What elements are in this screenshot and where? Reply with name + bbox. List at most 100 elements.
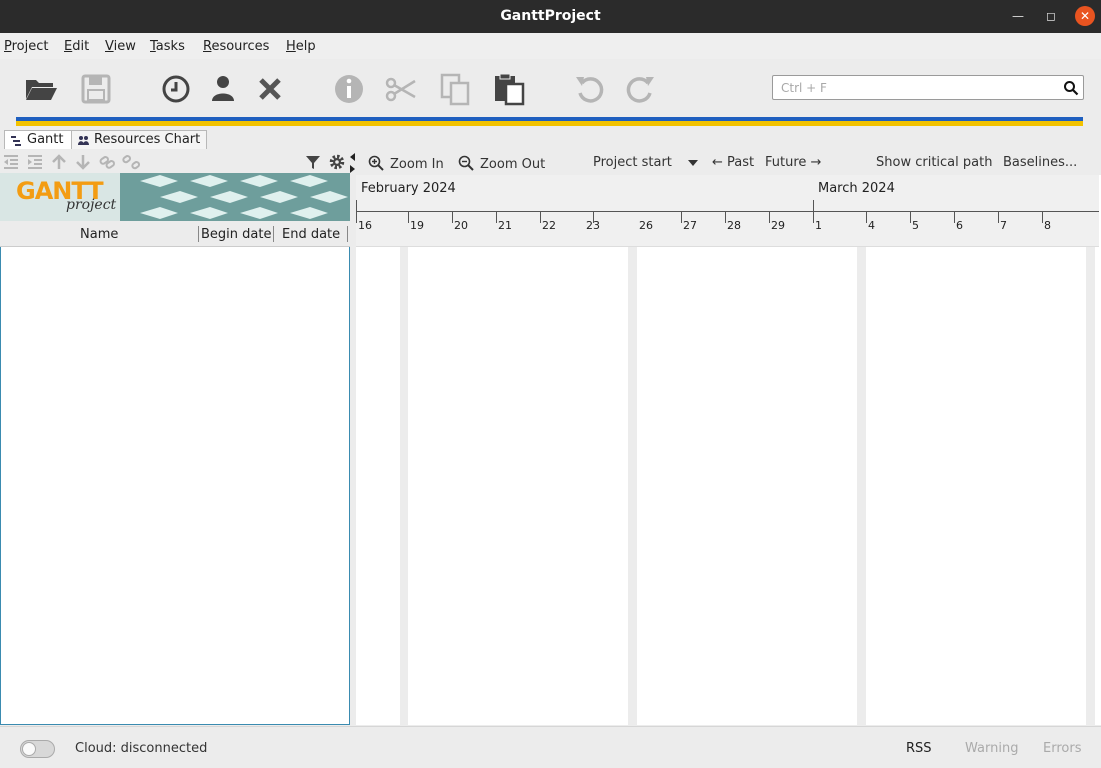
gantt-chart: Zoom In Zoom Out Project start ← Past Fu… xyxy=(356,149,1101,725)
paste-icon xyxy=(495,73,525,106)
link-icon[interactable] xyxy=(98,153,116,171)
gantt-logo-sub: project xyxy=(66,197,117,213)
cloud-toggle[interactable] xyxy=(20,740,55,758)
column-end-date[interactable]: End date xyxy=(282,227,340,242)
search-box xyxy=(772,75,1084,100)
day-label: 6 xyxy=(956,219,963,232)
status-bar: Cloud: disconnected RSS Warning Errors xyxy=(0,726,1101,768)
day-label: 5 xyxy=(912,219,919,232)
task-table-header: Name Begin date End date xyxy=(0,221,350,247)
zoom-in-label: Zoom In xyxy=(390,157,444,172)
day-label: 29 xyxy=(771,219,785,232)
undo-icon xyxy=(576,77,604,103)
collapse-left-icon[interactable] xyxy=(350,153,355,161)
column-begin-date[interactable]: Begin date xyxy=(201,227,271,242)
collapse-right-icon[interactable] xyxy=(350,165,355,173)
copy-button[interactable] xyxy=(437,71,473,107)
tab-gantt-label: Gantt xyxy=(27,132,64,147)
unindent-icon[interactable] xyxy=(2,153,20,171)
zoom-in-button[interactable]: Zoom In xyxy=(368,155,444,172)
move-down-icon[interactable] xyxy=(74,153,92,171)
move-up-icon[interactable] xyxy=(50,153,68,171)
tab-resources-chart-label: Resources Chart xyxy=(94,132,201,147)
critical-path-button[interactable]: Show critical path xyxy=(876,155,992,170)
project-start-button[interactable]: Project start xyxy=(593,155,672,170)
save-button[interactable] xyxy=(78,71,114,107)
task-toolbar xyxy=(0,149,350,173)
unlink-icon[interactable] xyxy=(122,153,140,171)
past-button[interactable]: ← Past xyxy=(712,155,754,170)
delete-icon xyxy=(259,78,281,100)
flag-stripe xyxy=(16,117,1083,126)
menu-view[interactable]: View xyxy=(105,39,136,54)
tab-gantt[interactable]: Gantt xyxy=(4,130,72,149)
day-label: 21 xyxy=(498,219,512,232)
save-icon xyxy=(81,74,111,104)
close-button[interactable]: ✕ xyxy=(1075,6,1095,26)
day-label: 8 xyxy=(1044,219,1051,232)
title-bar: GanttProject — ◻ ✕ xyxy=(0,0,1101,33)
person-icon xyxy=(212,76,234,101)
new-task-button[interactable] xyxy=(158,71,194,107)
day-label: 19 xyxy=(410,219,424,232)
maximize-button[interactable]: ◻ xyxy=(1041,6,1061,26)
cloud-status: Cloud: disconnected xyxy=(75,741,208,756)
properties-button[interactable] xyxy=(331,71,367,107)
day-label: 4 xyxy=(868,219,875,232)
redo-icon xyxy=(626,77,654,103)
weekend-column xyxy=(628,247,637,725)
filter-icon[interactable] xyxy=(304,153,322,171)
errors-indicator[interactable]: Errors xyxy=(1043,741,1081,756)
folder-open-icon xyxy=(26,80,57,100)
task-table-body[interactable] xyxy=(0,247,350,725)
delete-button[interactable] xyxy=(252,71,288,107)
day-label: 26 xyxy=(639,219,653,232)
warning-indicator[interactable]: Warning xyxy=(965,741,1018,756)
open-project-button[interactable] xyxy=(23,71,59,107)
weekend-column xyxy=(400,247,408,725)
day-label: 20 xyxy=(454,219,468,232)
info-icon xyxy=(335,75,363,103)
day-label: 1 xyxy=(815,219,822,232)
future-button[interactable]: Future → xyxy=(765,155,821,170)
indent-icon[interactable] xyxy=(26,153,44,171)
day-label: 27 xyxy=(683,219,697,232)
gear-icon[interactable] xyxy=(328,153,346,171)
zoom-out-label: Zoom Out xyxy=(480,157,546,172)
menu-bar: Project Edit View Tasks Resources Help xyxy=(0,33,1101,59)
view-tabs: Gantt Resources Chart xyxy=(0,129,1101,149)
menu-tasks[interactable]: Tasks xyxy=(150,39,185,54)
search-icon[interactable] xyxy=(1063,80,1079,96)
chevron-down-icon[interactable] xyxy=(688,160,698,166)
tab-resources-chart[interactable]: Resources Chart xyxy=(71,130,207,149)
zoom-out-button[interactable]: Zoom Out xyxy=(458,155,545,172)
minimize-button[interactable]: — xyxy=(1008,6,1028,26)
new-resource-button[interactable] xyxy=(205,71,241,107)
rss-link[interactable]: RSS xyxy=(906,741,932,756)
day-label: 23 xyxy=(586,219,600,232)
resources-icon xyxy=(78,136,89,145)
column-name[interactable]: Name xyxy=(80,227,118,242)
paste-button[interactable] xyxy=(491,71,527,107)
search-input[interactable] xyxy=(781,79,1051,97)
undo-button[interactable] xyxy=(572,71,608,107)
menu-help[interactable]: Help xyxy=(286,39,316,54)
weekend-column xyxy=(1086,247,1095,725)
menu-resources[interactable]: Resources xyxy=(203,39,269,54)
zoom-in-icon xyxy=(368,155,384,171)
baselines-button[interactable]: Baselines... xyxy=(1003,155,1077,170)
day-label: 16 xyxy=(358,219,372,232)
gantt-banner: GANTT project xyxy=(0,173,350,221)
cut-button[interactable] xyxy=(383,71,419,107)
month-label: February 2024 xyxy=(361,181,456,196)
menu-edit[interactable]: Edit xyxy=(64,39,89,54)
day-label: 22 xyxy=(542,219,556,232)
clock-icon xyxy=(162,75,190,103)
month-label: March 2024 xyxy=(818,181,895,196)
chart-toolbar: Zoom In Zoom Out Project start ← Past Fu… xyxy=(356,149,1101,175)
zoom-out-icon xyxy=(458,155,474,171)
chart-grid[interactable] xyxy=(356,247,1101,725)
menu-project[interactable]: Project xyxy=(4,39,49,54)
redo-button[interactable] xyxy=(622,71,658,107)
window-title: GanttProject xyxy=(500,8,601,24)
